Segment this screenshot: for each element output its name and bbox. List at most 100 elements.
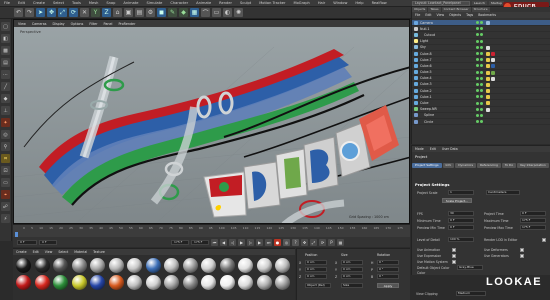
material-tag-icon[interactable] bbox=[491, 58, 495, 63]
3d-viewport[interactable]: View Cameras Display Options Filter Pane… bbox=[13, 19, 410, 224]
autokey-icon[interactable]: ◎ bbox=[283, 238, 290, 246]
menu-motion-tracker[interactable]: Motion Tracker bbox=[259, 1, 285, 5]
material-tag-icon[interactable] bbox=[486, 64, 490, 69]
material-swatch[interactable] bbox=[164, 275, 179, 290]
python-icon[interactable]: ⚡ bbox=[1, 214, 10, 223]
material-tag-icon[interactable] bbox=[491, 64, 495, 69]
use-generators-checkbox[interactable] bbox=[520, 254, 524, 258]
use-animation-checkbox[interactable] bbox=[452, 248, 456, 252]
material-swatch[interactable] bbox=[238, 275, 253, 290]
menu-render[interactable]: Render bbox=[219, 1, 232, 5]
size-y-field[interactable]: 0 cm bbox=[341, 267, 363, 272]
render-lod-checkbox[interactable] bbox=[542, 238, 546, 242]
tweak-mode-icon[interactable]: ✦ bbox=[1, 118, 10, 127]
floor-icon[interactable]: ▭ bbox=[212, 8, 221, 17]
subdivision-icon[interactable]: ◆ bbox=[179, 8, 188, 17]
material-swatch[interactable] bbox=[71, 258, 87, 273]
om-menu-edit[interactable]: Edit bbox=[425, 13, 431, 17]
material-swatch[interactable] bbox=[256, 275, 272, 290]
menu-animate[interactable]: Animate bbox=[123, 1, 138, 5]
preview-end-field[interactable]: 175 F bbox=[191, 239, 209, 245]
viewport-menu-panel[interactable]: Panel bbox=[104, 22, 113, 26]
mm-menu-edit[interactable]: Edit bbox=[33, 250, 39, 254]
project-scale-unit-select[interactable]: Centimeters bbox=[486, 190, 520, 195]
om-menu-file[interactable]: File bbox=[415, 13, 420, 17]
material-tag-icon[interactable] bbox=[486, 95, 490, 100]
visibility-icon[interactable] bbox=[476, 27, 479, 31]
viewport-menu-prorender[interactable]: ProRender bbox=[118, 22, 135, 26]
object-row[interactable]: Circle bbox=[412, 119, 550, 126]
om-menu-view[interactable]: View bbox=[437, 13, 445, 17]
polygons-mode-icon[interactable]: ◆ bbox=[1, 94, 10, 103]
render-icon[interactable] bbox=[480, 82, 483, 86]
visibility-icon[interactable] bbox=[476, 70, 479, 74]
visibility-icon[interactable] bbox=[476, 107, 479, 111]
size-x-field[interactable]: 0 cm bbox=[341, 260, 363, 265]
rotate-key-icon[interactable]: ⟳ bbox=[319, 238, 326, 246]
prev-frame-icon[interactable]: ◁ bbox=[229, 238, 236, 246]
material-swatch[interactable] bbox=[108, 258, 124, 273]
cube-primitive-icon[interactable]: ◼ bbox=[157, 8, 166, 17]
pla-key-icon[interactable]: ▦ bbox=[337, 238, 344, 246]
model-mode-icon[interactable]: ◧ bbox=[1, 34, 10, 43]
quantize-icon[interactable]: ⌗ bbox=[1, 154, 10, 163]
material-tag-icon[interactable] bbox=[491, 51, 495, 56]
visibility-icon[interactable] bbox=[476, 95, 479, 99]
render-settings-icon[interactable]: ⚙ bbox=[146, 8, 155, 17]
light-icon[interactable]: ✺ bbox=[234, 8, 243, 17]
make-editable-icon[interactable]: ▢ bbox=[1, 22, 10, 31]
tag-icon[interactable] bbox=[486, 45, 490, 50]
render-icon[interactable] bbox=[480, 120, 483, 124]
timeline-ruler[interactable]: 0 5 10 15 20 25 30 35 40 45 50 55 60 65 … bbox=[13, 224, 410, 237]
material-tag-icon[interactable] bbox=[486, 89, 490, 94]
om-menu-tags[interactable]: Tags bbox=[466, 13, 473, 17]
menu-realflow[interactable]: Realflow bbox=[372, 1, 387, 5]
material-tag-icon[interactable] bbox=[486, 51, 490, 56]
material-swatch[interactable] bbox=[275, 275, 290, 290]
material-swatch[interactable] bbox=[127, 258, 142, 273]
lod-field[interactable]: 100 % bbox=[448, 237, 474, 242]
go-to-start-icon[interactable]: ⏮ bbox=[211, 238, 218, 246]
lock-workplane-icon[interactable]: ⊡ bbox=[1, 166, 10, 175]
material-tag-icon[interactable] bbox=[486, 58, 490, 63]
tab-structure[interactable]: Structure bbox=[471, 7, 490, 12]
viewport-menu-display[interactable]: Display bbox=[52, 22, 64, 26]
om-menu-objects[interactable]: Objects bbox=[449, 13, 461, 17]
tab-takes[interactable]: Takes bbox=[428, 7, 441, 12]
menu-window[interactable]: Window bbox=[333, 1, 347, 5]
material-swatch[interactable] bbox=[16, 258, 31, 273]
project-time-field[interactable]: 0 F bbox=[520, 211, 546, 216]
tab-referencing[interactable]: Referencing bbox=[477, 163, 501, 168]
am-menu-user-data[interactable]: User Data bbox=[442, 147, 458, 151]
render-icon[interactable] bbox=[480, 33, 483, 37]
visibility-icon[interactable] bbox=[476, 39, 479, 43]
material-swatch[interactable] bbox=[201, 258, 216, 273]
mm-menu-view[interactable]: View bbox=[45, 250, 53, 254]
sculpt-icon[interactable]: ☍ bbox=[1, 202, 10, 211]
axis-x-icon[interactable]: ✕ bbox=[80, 8, 89, 17]
visibility-icon[interactable] bbox=[476, 45, 479, 49]
axis-y-icon[interactable]: Y bbox=[91, 8, 100, 17]
menu-select[interactable]: Select bbox=[53, 1, 64, 5]
scale-key-icon[interactable]: ⤢ bbox=[310, 238, 317, 246]
material-tag-icon[interactable] bbox=[486, 70, 490, 75]
bend-deformer-icon[interactable]: ⌒ bbox=[201, 8, 210, 17]
rotation-b-field[interactable]: 0 ° bbox=[377, 274, 399, 279]
material-swatch[interactable] bbox=[34, 258, 50, 273]
render-view-icon[interactable]: ▣ bbox=[124, 8, 133, 17]
enable-axis-icon[interactable]: ⊥ bbox=[1, 106, 10, 115]
visibility-icon[interactable] bbox=[476, 76, 479, 80]
menu-animate-2[interactable]: Animate bbox=[196, 1, 211, 5]
mm-menu-select[interactable]: Select bbox=[58, 250, 68, 254]
material-swatch[interactable] bbox=[145, 275, 161, 290]
preview-min-field[interactable]: 0 F bbox=[448, 225, 474, 230]
scale-project-button[interactable]: Scale Project... bbox=[442, 198, 472, 203]
material-tag-icon[interactable] bbox=[486, 76, 490, 81]
visibility-icon[interactable] bbox=[476, 33, 479, 37]
guides-icon[interactable]: ⌖ bbox=[1, 190, 10, 199]
viewport-menu-filter[interactable]: Filter bbox=[89, 22, 97, 26]
material-swatch[interactable] bbox=[127, 275, 142, 290]
menu-mesh[interactable]: Mesh bbox=[89, 1, 98, 5]
visibility-icon[interactable] bbox=[476, 64, 479, 68]
size-mode-select[interactable]: Size bbox=[341, 283, 363, 288]
